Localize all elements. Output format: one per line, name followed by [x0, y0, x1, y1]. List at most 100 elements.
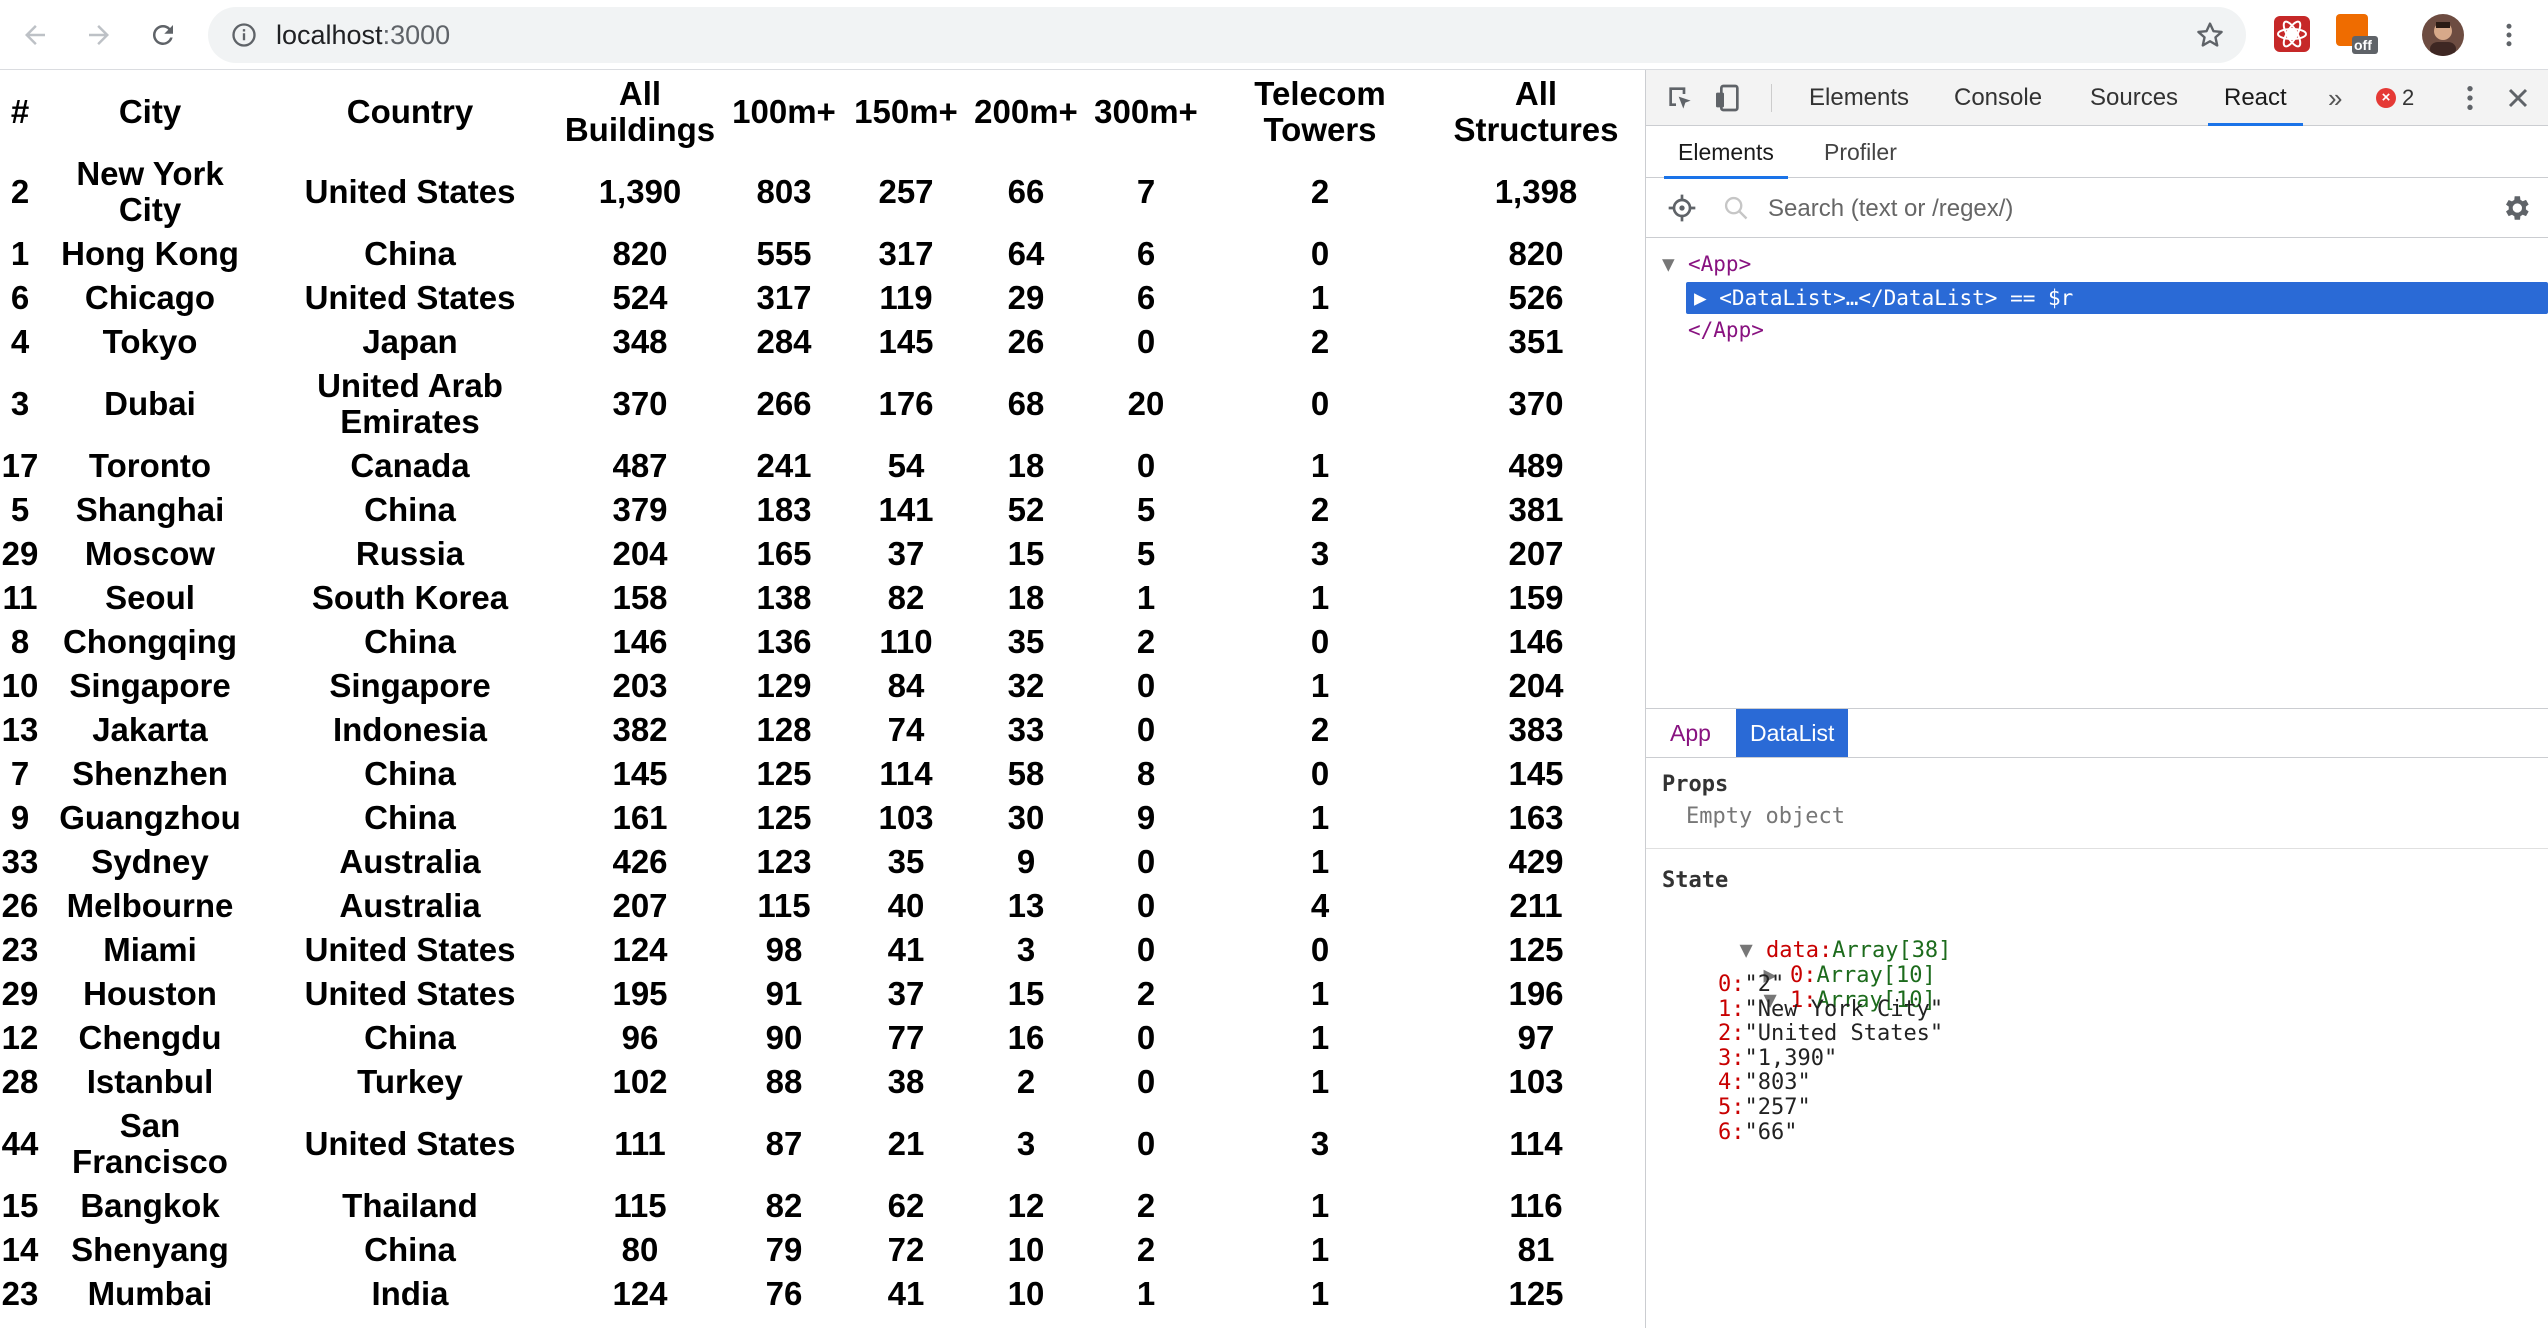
props-title: Props [1662, 772, 1729, 797]
select-component-icon[interactable] [1666, 192, 1698, 224]
cell-150m: 145 [878, 323, 934, 360]
cell-rank: 10 [1, 667, 39, 704]
devtools-toolbar: Elements Console Sources React » × 2 [1646, 70, 2548, 126]
table-row: 29 Moscow Russia 204 165 37 15 5 3 207 [0, 532, 1636, 576]
cell-telecom-towers: 3 [1310, 1125, 1330, 1162]
close-icon[interactable] [2502, 82, 2534, 114]
cell-150m: 41 [887, 1275, 925, 1312]
cell-all-structures: 103 [1508, 1063, 1564, 1100]
back-button[interactable] [12, 12, 58, 58]
extension-off-icon[interactable]: off [2334, 12, 2378, 56]
cell-200m: 18 [1007, 447, 1045, 484]
cell-all-buildings: 204 [612, 535, 668, 572]
cell-rank: 28 [1, 1063, 39, 1100]
state-entry-value: "803" [1744, 1070, 1811, 1096]
forward-button[interactable] [76, 12, 122, 58]
cell-country: Russia [355, 535, 465, 572]
cell-300m: 5 [1136, 491, 1156, 528]
cell-telecom-towers: 2 [1310, 173, 1330, 210]
cell-100m: 266 [756, 385, 812, 422]
error-badge[interactable]: × 2 [2376, 85, 2415, 110]
tree-node-datalist-selected[interactable]: ▶ <DataList>…</DataList> == $r [1686, 282, 2548, 314]
react-tab-elements[interactable]: Elements [1664, 126, 1788, 179]
profile-avatar[interactable] [2422, 14, 2464, 56]
cell-rank: 5 [10, 491, 30, 528]
table-row: 13 Jakarta Indonesia 382 128 74 33 0 2 383 [0, 708, 1636, 752]
cell-150m: 77 [887, 1019, 925, 1056]
cell-200m: 35 [1007, 623, 1045, 660]
table-row: 2 New York City United States 1,390 803 257 66… [0, 152, 1636, 232]
table-row: 4 Tokyo Japan 348 284 145 26 0 2 351 [0, 320, 1636, 364]
cell-100m: 82 [765, 1187, 803, 1224]
state-entry-key: 2: [1718, 1021, 1745, 1047]
cell-all-structures: 114 [1509, 1125, 1563, 1162]
cell-100m: 123 [756, 843, 812, 880]
tab-sources[interactable]: Sources [2090, 70, 2178, 126]
cell-telecom-towers: 1 [1310, 1063, 1330, 1100]
component-search-input[interactable] [1766, 188, 2450, 230]
state-title: State [1662, 868, 1729, 893]
cell-all-structures: 383 [1508, 711, 1564, 748]
cell-100m: 317 [756, 279, 812, 316]
table-row: 8 Chongqing China 146 136 110 35 2 0 146 [0, 620, 1636, 664]
cell-100m: 79 [765, 1231, 803, 1268]
devtools-menu-icon[interactable] [2454, 82, 2486, 114]
cell-100m: 284 [756, 323, 812, 360]
cell-all-structures: 116 [1509, 1187, 1563, 1224]
breadcrumb-app[interactable]: App [1656, 709, 1725, 757]
tab-elements[interactable]: Elements [1809, 70, 1909, 126]
inspect-element-icon[interactable] [1664, 82, 1696, 114]
info-icon[interactable] [230, 21, 258, 49]
props-state-panel: Props Empty object State ▼ data:Array[38… [1646, 758, 2548, 1328]
cell-city: Mumbai [87, 1275, 213, 1312]
cell-city: Houston [83, 975, 217, 1012]
bookmark-star-icon[interactable] [2194, 19, 2226, 51]
tree-toggle-app[interactable]: ▼ [1662, 248, 1675, 280]
more-tabs-button[interactable]: » [2328, 70, 2342, 126]
react-tab-profiler[interactable]: Profiler [1824, 126, 1897, 178]
tab-console[interactable]: Console [1954, 70, 2042, 126]
cell-200m: 52 [1007, 491, 1045, 528]
cell-country: Turkey [357, 1063, 463, 1100]
breadcrumb-datalist[interactable]: DataList [1736, 709, 1849, 757]
cell-all-structures: 489 [1508, 447, 1564, 484]
gear-icon[interactable] [2500, 192, 2532, 224]
cell-200m: 64 [1007, 235, 1045, 272]
cell-300m: 9 [1136, 799, 1156, 836]
cell-all-buildings: 124 [612, 1275, 668, 1312]
cell-150m: 40 [887, 887, 925, 924]
cell-100m: 128 [756, 711, 812, 748]
cell-100m: 136 [756, 623, 812, 660]
component-tree: ▼ <App> ▶ <DataList>…</DataList> == $r <… [1646, 238, 2548, 778]
extension-react-icon[interactable] [2270, 12, 2314, 56]
address-bar[interactable]: localhost:3000 [208, 7, 2246, 63]
reload-icon [152, 24, 173, 45]
cell-city: Chicago [84, 279, 216, 316]
cell-city: Tokyo [102, 323, 198, 360]
cell-all-buildings: 487 [612, 447, 668, 484]
cell-rank: 23 [1, 931, 39, 968]
cell-city: Chongqing [62, 623, 238, 660]
cell-all-buildings: 145 [612, 755, 668, 792]
cell-country: India [371, 1275, 449, 1312]
error-count: 2 [2402, 85, 2415, 110]
cell-200m: 3 [1016, 931, 1036, 968]
tree-node-app[interactable]: <App> [1688, 248, 1751, 280]
column-header-all-structures: All Structures [1453, 75, 1619, 148]
cell-all-structures: 370 [1508, 385, 1564, 422]
device-toolbar-icon[interactable] [1712, 82, 1744, 114]
tab-react[interactable]: React [2208, 70, 2303, 126]
cell-300m: 2 [1136, 623, 1156, 660]
cell-100m: 138 [756, 579, 812, 616]
url-host: localhost [276, 20, 383, 50]
cell-100m: 90 [765, 1019, 803, 1056]
url-text[interactable]: localhost:3000 [276, 7, 450, 63]
cell-300m: 2 [1136, 975, 1156, 1012]
chrome-menu-button[interactable] [2486, 12, 2532, 58]
cell-city: Shenyang [71, 1231, 229, 1268]
reload-button[interactable] [140, 12, 186, 58]
cell-all-structures: 125 [1508, 1275, 1564, 1312]
table-row: 17 Toronto Canada 487 241 54 18 0 1 489 [0, 444, 1636, 488]
cell-all-buildings: 370 [612, 385, 668, 422]
tree-node-app-close: </App> [1688, 318, 1764, 342]
